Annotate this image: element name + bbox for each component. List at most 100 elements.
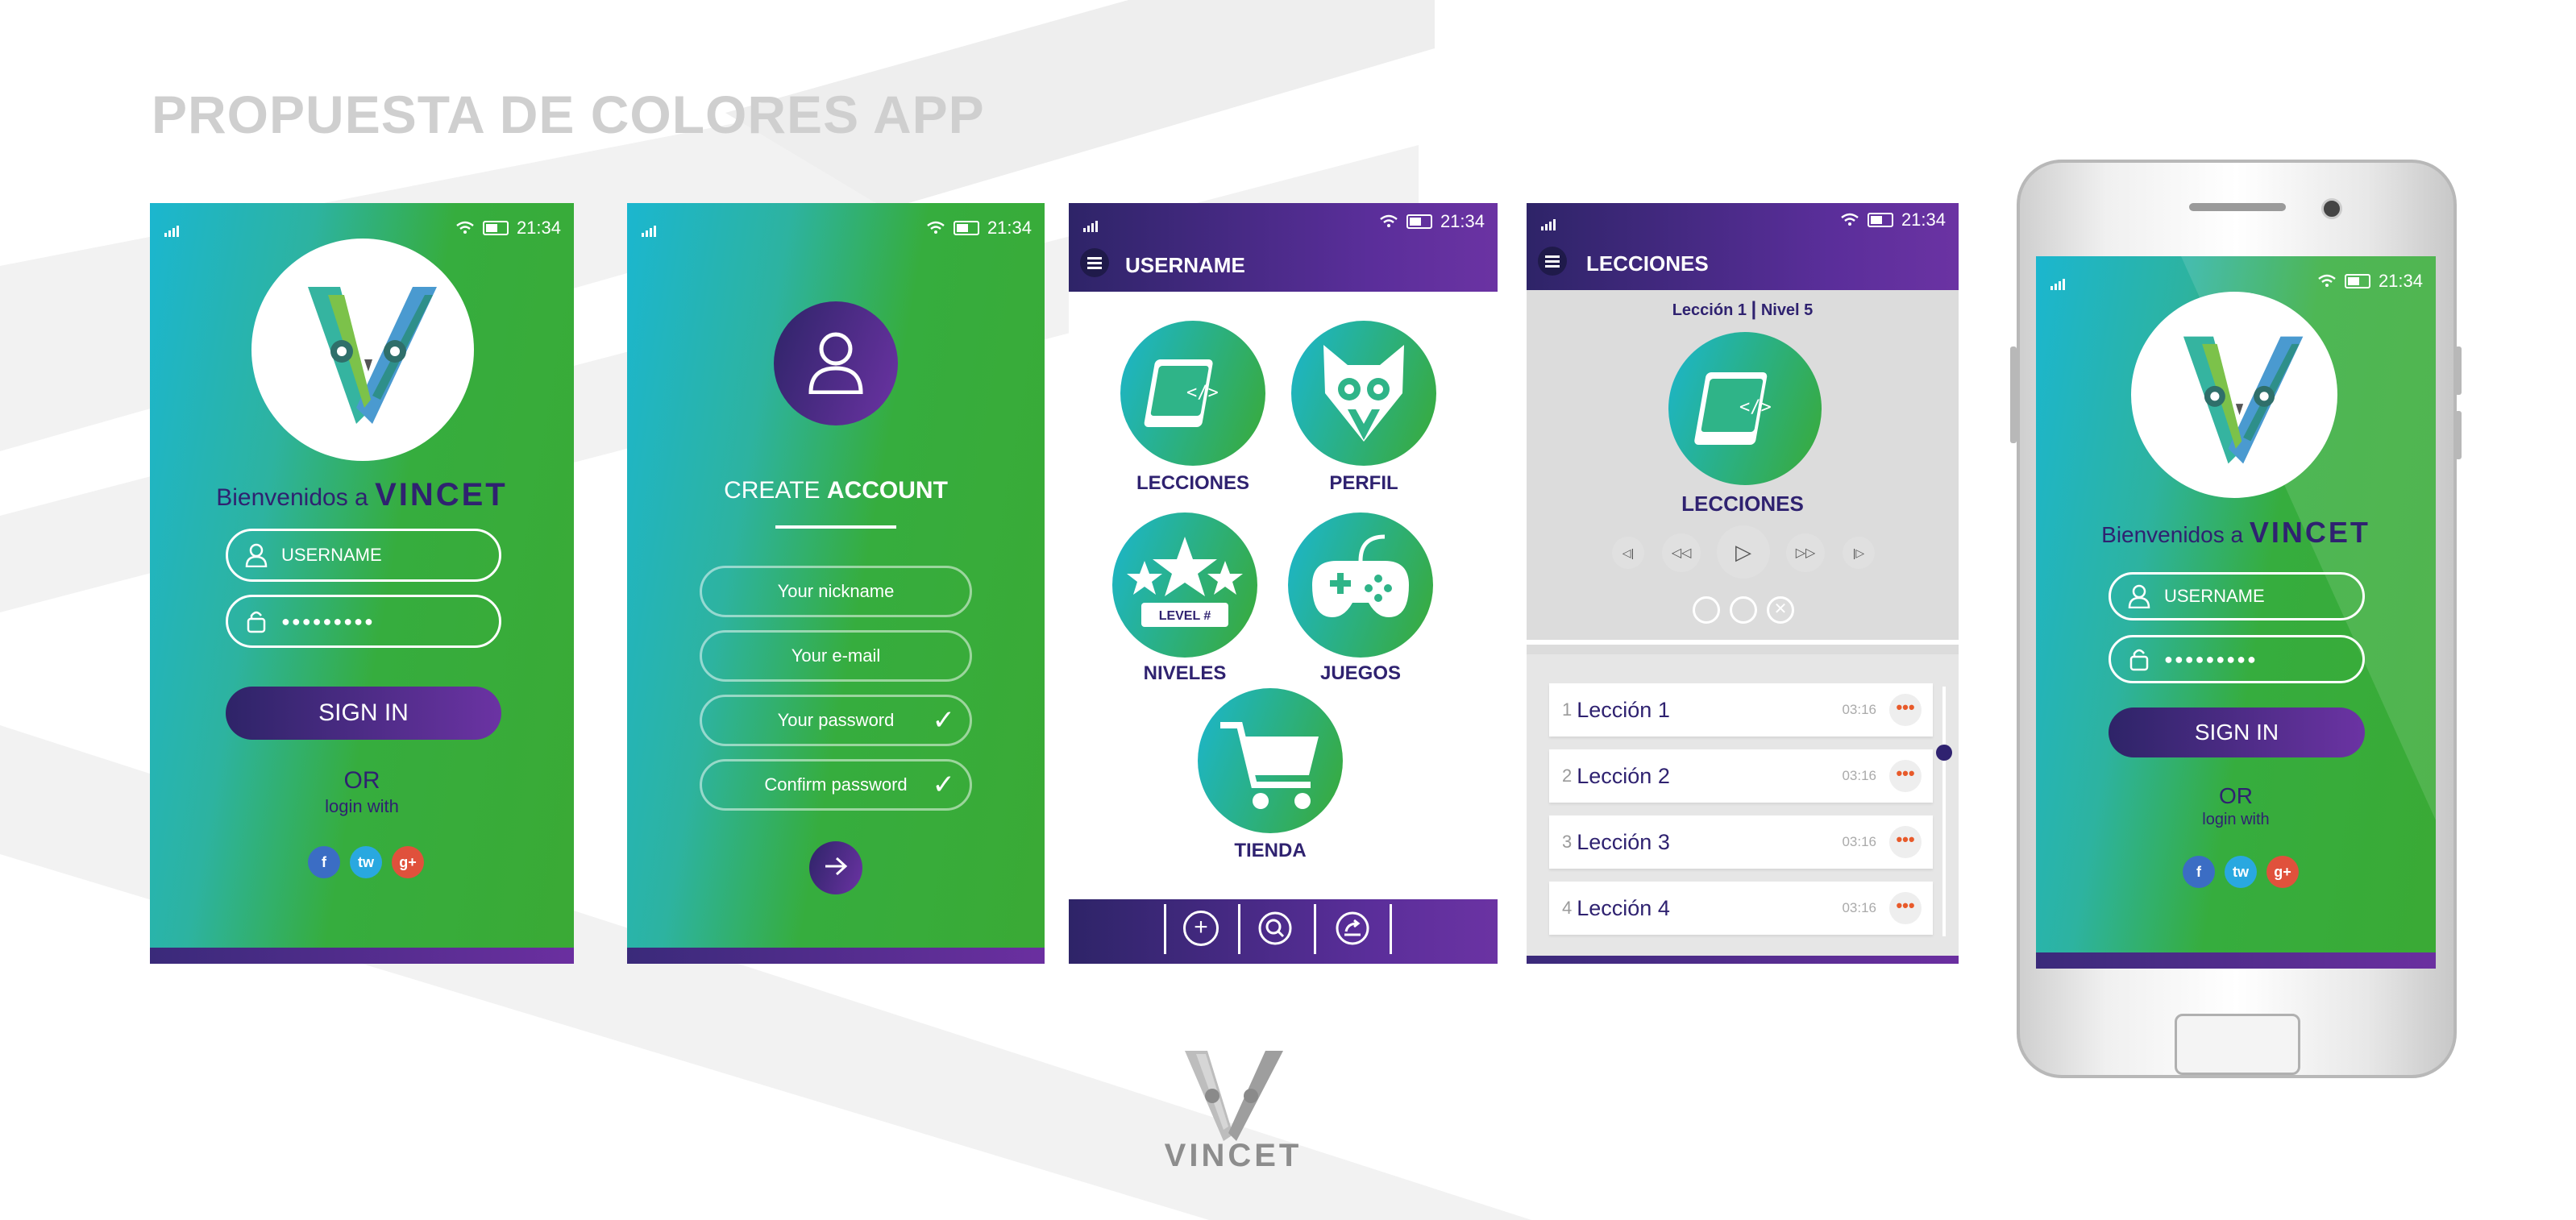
lesson-book-icon: </>: [1668, 332, 1822, 485]
battery-icon: [953, 221, 979, 235]
email-field[interactable]: Your e-mail: [700, 630, 972, 682]
tienda-button[interactable]: [1198, 688, 1343, 833]
user-icon: [243, 542, 270, 569]
lesson-item[interactable]: 3 Lección 3 03:16 •••: [1549, 815, 1933, 869]
footer-v-mark: [1185, 1051, 1283, 1141]
password-mask: ●●●●●●●●●: [281, 612, 375, 629]
phone-home-button[interactable]: [2175, 1014, 2300, 1075]
lock-icon: [2125, 645, 2153, 673]
repeat-icon[interactable]: [1693, 596, 1720, 624]
status-time: 21:34: [516, 218, 561, 238]
lesson-number: 1: [1562, 699, 1573, 720]
battery-icon: [2344, 274, 2370, 288]
search-icon[interactable]: [1257, 911, 1293, 950]
vincet-logo: [251, 239, 474, 461]
current-lesson: Lección 1: [1672, 301, 1747, 319]
google-plus-button[interactable]: g+: [392, 846, 424, 878]
close-icon[interactable]: ✕: [1767, 596, 1794, 624]
header-bar: 21:34 LECCIONES: [1527, 203, 1959, 290]
footer-logo: VINCET: [1145, 1046, 1322, 1183]
footer-brand: VINCET: [1164, 1138, 1303, 1173]
phone-speaker: [2189, 203, 2286, 211]
more-options-icon[interactable]: •••: [1889, 826, 1922, 858]
skip-back-icon[interactable]: ◁|: [1612, 537, 1644, 569]
bottom-bar: [1527, 956, 1959, 964]
screen-icon[interactable]: [1730, 596, 1757, 624]
more-options-icon[interactable]: •••: [1889, 694, 1922, 726]
lesson-number: 4: [1562, 898, 1573, 918]
cart-icon: [1220, 722, 1319, 809]
create-account-screen: 21:34 CREATE ACCOUNT Your nickname Your …: [627, 203, 1045, 964]
lecciones-label: LECCIONES: [1136, 472, 1249, 494]
hamburger-menu-icon[interactable]: [1538, 247, 1567, 276]
status-time: 21:34: [1440, 211, 1485, 231]
welcome-text: Bienvenidos a VINCET: [150, 477, 574, 513]
facebook-button[interactable]: f: [2183, 856, 2215, 888]
status-time: 21:34: [1901, 210, 1946, 230]
scrollbar-track[interactable]: [1942, 687, 1946, 936]
password-field[interactable]: ●●●●●●●●●: [226, 595, 501, 648]
password-field[interactable]: ●●●●●●●●●: [2109, 635, 2365, 683]
book-icon: </>: [1694, 372, 1772, 445]
status-bar: 21:34: [627, 203, 1045, 251]
lesson-item[interactable]: 1 Lección 1 03:16 •••: [1549, 683, 1933, 737]
section-divider: [1527, 640, 1959, 645]
lesson-name: Lección 3: [1577, 829, 1670, 854]
facebook-button[interactable]: f: [308, 846, 340, 878]
social-buttons: f tw g+: [2183, 856, 2299, 888]
add-icon[interactable]: +: [1183, 911, 1219, 946]
fast-forward-icon[interactable]: ▷▷: [1786, 533, 1825, 572]
sign-in-button[interactable]: SIGN IN: [2109, 708, 2365, 757]
check-icon: ✓: [932, 705, 956, 736]
juegos-button[interactable]: [1288, 512, 1433, 658]
google-plus-button[interactable]: g+: [2266, 856, 2299, 888]
avatar[interactable]: [774, 301, 898, 425]
juegos-label: JUEGOS: [1319, 662, 1402, 684]
main-menu-screen: 21:34 USERNAME </> LECCIONES PERFIL LEVE…: [1069, 203, 1498, 964]
lesson-main-label: LECCIONES: [1681, 492, 1804, 516]
welcome-text: Bienvenidos a VINCET: [2036, 516, 2436, 550]
sign-in-button[interactable]: SIGN IN: [226, 687, 501, 740]
status-bar: 21:34: [1527, 203, 1959, 251]
battery-icon: [1867, 213, 1893, 227]
signal-icon: [642, 221, 659, 242]
toolbar-divider: [1390, 904, 1392, 954]
bottom-bar: [2036, 952, 2436, 969]
more-options-icon[interactable]: •••: [1889, 892, 1922, 924]
book-icon: </>: [1144, 359, 1219, 427]
stars-icon: LEVEL #: [1127, 537, 1243, 627]
lesson-item[interactable]: 2 Lección 2 03:16 •••: [1549, 749, 1933, 803]
separator: |: [1751, 298, 1757, 320]
niveles-label: NIVELES: [1143, 662, 1227, 684]
bottom-toolbar: +: [1069, 899, 1498, 964]
gamepad-icon: [1312, 534, 1409, 617]
signal-icon: [1083, 216, 1101, 237]
lesson-item[interactable]: 4 Lección 4 03:16 •••: [1549, 882, 1933, 935]
confirm-password-field[interactable]: Confirm password ✓: [700, 759, 972, 811]
perfil-button[interactable]: [1291, 321, 1436, 466]
brand-name: VINCET: [2249, 516, 2370, 549]
username-field[interactable]: USERNAME: [226, 529, 501, 582]
password-mask: ●●●●●●●●●: [2164, 650, 2258, 667]
play-icon[interactable]: ▷: [1717, 525, 1770, 579]
brand-name: VINCET: [375, 477, 508, 512]
next-button[interactable]: [809, 841, 862, 894]
niveles-button[interactable]: LEVEL #: [1112, 512, 1257, 658]
username-field[interactable]: USERNAME: [2109, 572, 2365, 620]
nickname-field[interactable]: Your nickname: [700, 566, 972, 617]
phone-side-button: [2455, 411, 2462, 459]
twitter-button[interactable]: tw: [350, 846, 382, 878]
password-field[interactable]: Your password ✓: [700, 695, 972, 746]
lecciones-button[interactable]: </>: [1120, 321, 1265, 466]
more-options-icon[interactable]: •••: [1889, 760, 1922, 792]
lesson-duration: 03:16: [1842, 702, 1876, 717]
twitter-button[interactable]: tw: [2225, 856, 2257, 888]
username-placeholder: USERNAME: [281, 545, 382, 565]
scrollbar-thumb[interactable]: [1936, 745, 1952, 761]
svg-text:</>: </>: [1186, 383, 1219, 403]
hamburger-menu-icon[interactable]: [1080, 248, 1109, 277]
rewind-icon[interactable]: ◁◁: [1662, 533, 1701, 572]
skip-forward-icon[interactable]: |▷: [1843, 537, 1875, 569]
share-icon[interactable]: [1335, 911, 1370, 950]
owl-icon: [1323, 345, 1404, 442]
